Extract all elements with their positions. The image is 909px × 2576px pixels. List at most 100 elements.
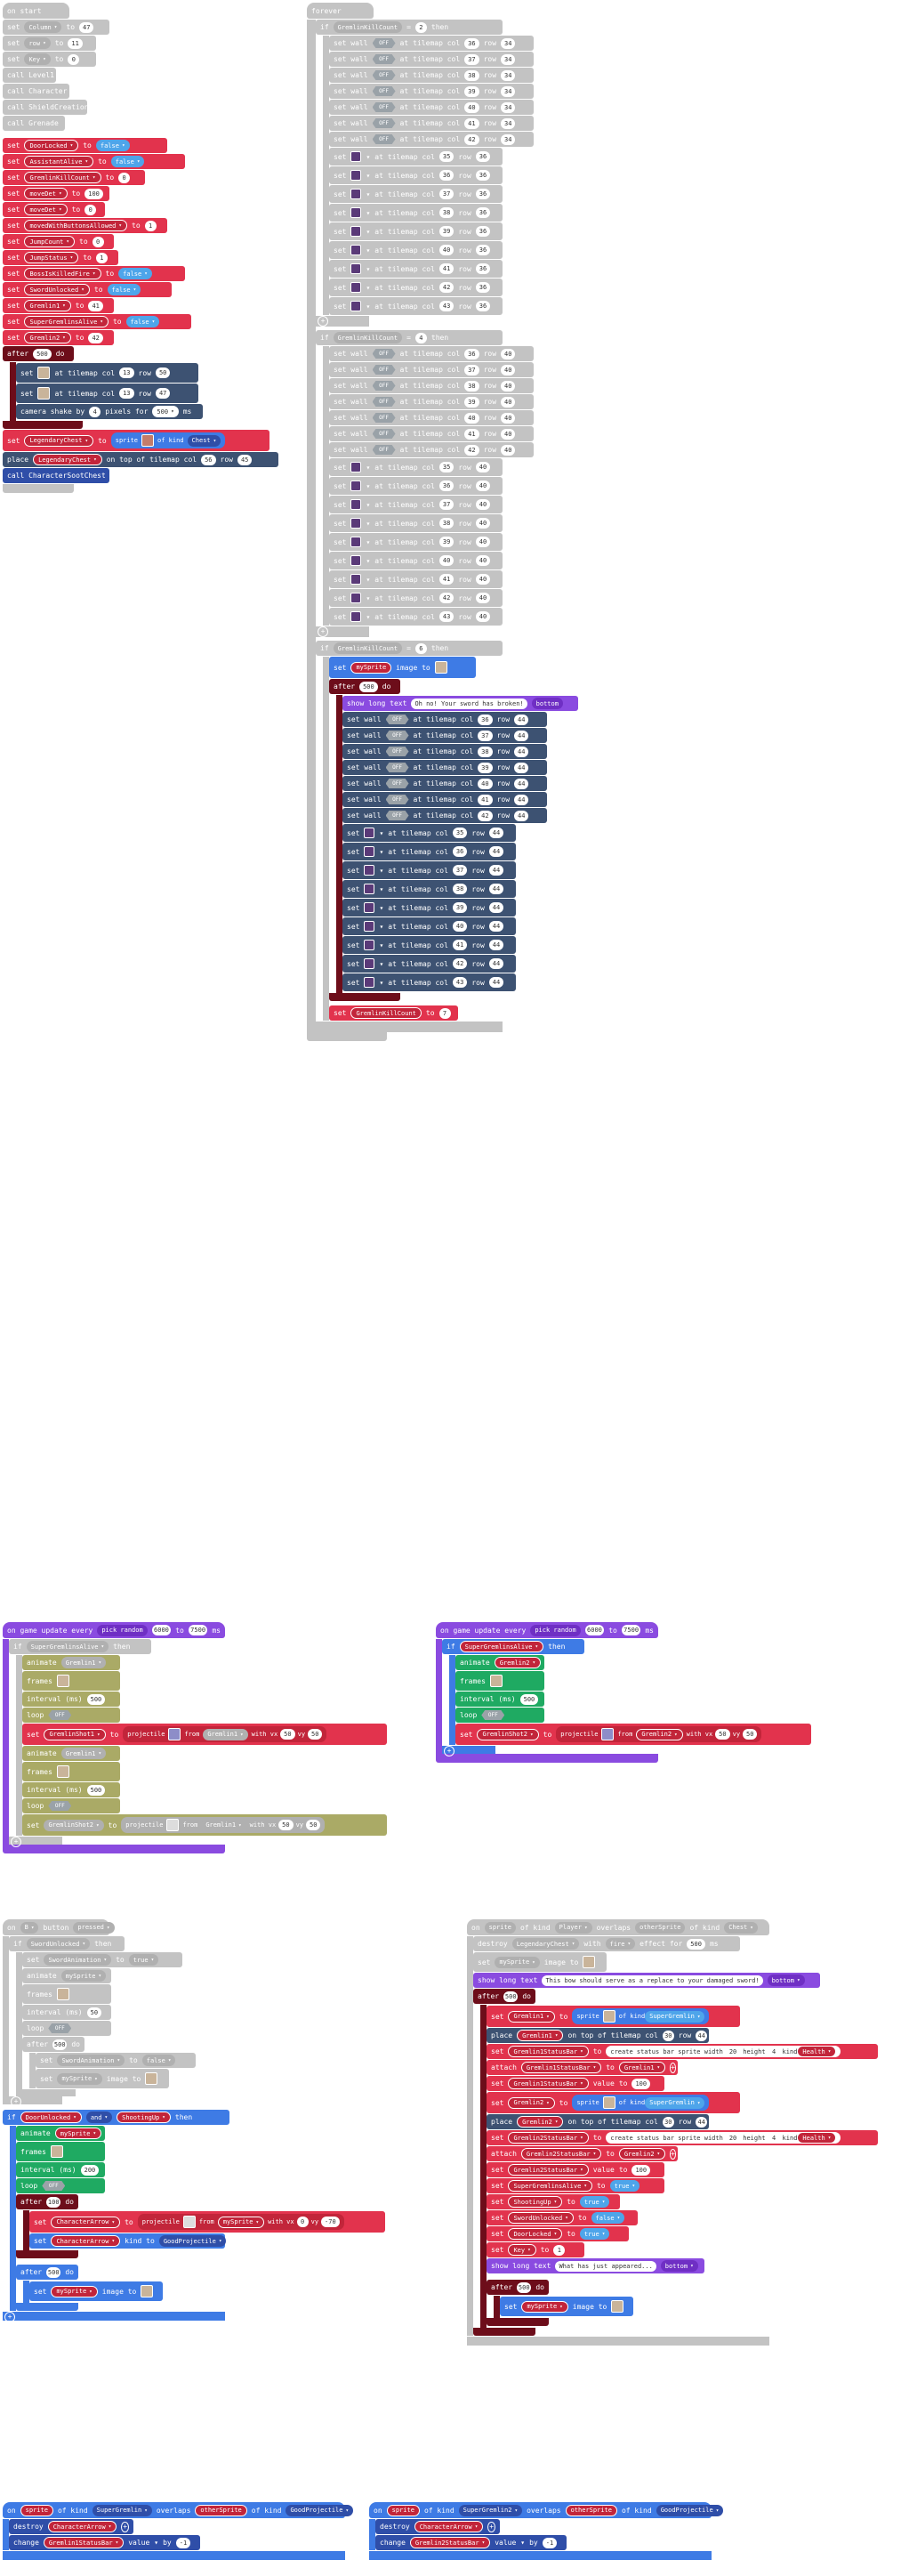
col-input[interactable]: 56 (201, 454, 216, 465)
set-tile-block[interactable]: set ▾ at tilemap col 42 row 44 (342, 955, 516, 973)
set-wall-block[interactable]: set wall OFF at tilemap col 39 row 40 (329, 394, 534, 409)
value-input[interactable]: 40 (501, 364, 516, 375)
set-tile-block[interactable]: set ▾ at tilemap col 38 row 36 (329, 204, 503, 222)
if-group[interactable]: if GremlinKillCount = 2 then set wall OFF at til… (316, 20, 547, 330)
dropdown[interactable]: SuperGremlin ▾ (645, 2096, 705, 2109)
after-header[interactable]: after 500 do (329, 679, 400, 694)
value-input[interactable]: 42 (438, 282, 454, 293)
value-input[interactable]: 44 (514, 810, 529, 821)
value-input[interactable]: 4 (768, 2046, 780, 2057)
value-input[interactable]: 34 (501, 85, 516, 97)
dropdown[interactable]: Gremlin1StatusBar ▾ (520, 2062, 602, 2073)
wall-toggle[interactable]: OFF (372, 429, 396, 439)
value-input[interactable]: 43 (438, 301, 454, 311)
tile-image[interactable] (350, 170, 362, 181)
loop-toggle[interactable]: OFF (481, 1710, 505, 1720)
ms-dropdown[interactable]: 500 ▾ (152, 406, 179, 417)
dropdown[interactable]: Gremlin1 ▾ (508, 2010, 555, 2023)
set-image-block[interactable]: set mySprite ▾ image to (500, 2297, 633, 2316)
set-key-block[interactable]: set Key ▾ to 0 (3, 52, 96, 67)
wall-toggle[interactable]: OFF (372, 54, 396, 64)
set-status-value-block[interactable]: set Gremlin1StatusBar ▾ value to 100 (487, 2076, 664, 2091)
value-input[interactable]: 44 (514, 794, 529, 805)
overlap-gremlin1-stack[interactable]: on sprite of kind SuperGremlin ▾ overlaps othe… (3, 2502, 358, 2560)
value-input[interactable]: 39 (464, 396, 479, 408)
tile-image[interactable] (364, 846, 375, 857)
place-chest-block[interactable]: place LegendaryChest ▾ on top of tilemap col… (3, 452, 278, 467)
value-input[interactable]: 20 (725, 2132, 741, 2144)
position-dropdown[interactable]: bottom (531, 698, 563, 709)
value-input[interactable]: 34 (501, 69, 516, 81)
var-dropdown[interactable]: row ▾ (24, 37, 51, 49)
value-input[interactable]: 0 (84, 204, 97, 215)
value-input[interactable]: 40 (501, 348, 516, 359)
set-wall-block[interactable]: set wall OFF at tilemap col 41 row 44 (342, 792, 547, 807)
tile-image[interactable] (350, 518, 362, 529)
call-character-block[interactable]: call Character (3, 84, 69, 99)
value-input[interactable]: 41 (452, 940, 468, 950)
set-wall-block[interactable]: set wall OFF at tilemap col 41 row 34 (329, 116, 534, 131)
set-tile-block[interactable]: set ▾ at tilemap col 41 row 40 (329, 570, 503, 588)
value-input[interactable]: 34 (501, 53, 516, 65)
set-gremlin-block[interactable]: set Gremlin1 ▾ to sprite of kind SuperGremlin ▾ (487, 2006, 740, 2027)
value-input[interactable]: 37 (452, 865, 468, 876)
value-input[interactable]: 42 (478, 810, 493, 821)
condition-dropdown[interactable]: GremlinKillCount (333, 21, 403, 33)
value-input[interactable]: 40 (438, 555, 454, 566)
if-block[interactable]: if SuperGremlinsAlive ▾ then (9, 1639, 151, 1654)
value-input[interactable]: 38 (464, 380, 479, 392)
value-input[interactable]: Oh no! Your sword has broken! (411, 698, 527, 709)
set-var-block[interactable]: set Gremlin2 ▾ to 42 (3, 330, 114, 345)
value-input[interactable]: 38 (478, 746, 493, 757)
tile-image[interactable] (364, 921, 375, 932)
value-input[interactable]: 44 (488, 940, 504, 950)
loop-toggle[interactable]: OFF (48, 1801, 72, 1811)
set-wall-block[interactable]: set wall OFF at tilemap col 39 row 34 (329, 84, 534, 99)
set-tile-block[interactable]: set ▾ at tilemap col 35 row 40 (329, 458, 503, 476)
tile-image[interactable] (350, 226, 362, 237)
call-shield-block[interactable]: call ShieldCreation (3, 100, 89, 115)
value-input[interactable]: 38 (464, 69, 479, 81)
set-tile-block[interactable]: set ▾ at tilemap col 39 row 40 (329, 533, 503, 551)
set-wall-block[interactable]: set wall OFF at tilemap col 40 row 40 (329, 410, 534, 425)
tile-image[interactable] (350, 555, 362, 566)
set-wall-block[interactable]: set wall OFF at tilemap col 38 row 40 (329, 378, 534, 393)
if-group-3[interactable]: if GremlinKillCount = 6 then set mySprite image… (316, 641, 578, 1032)
interval-input[interactable]: 500 (519, 1693, 539, 1705)
game-update-1-stack[interactable]: on game update every pick random 6000 to 750… (3, 1622, 394, 1853)
wall-toggle[interactable]: OFF (372, 102, 396, 112)
value-input[interactable]: 40 (501, 396, 516, 408)
tile-image[interactable] (350, 189, 362, 199)
value-input[interactable]: 44 (696, 2116, 708, 2128)
wall-toggle[interactable]: OFF (385, 731, 409, 740)
loop-toggle[interactable]: OFF (48, 1710, 72, 1720)
frames-image[interactable] (50, 2145, 63, 2158)
value-input[interactable]: 39 (478, 762, 493, 773)
max-input[interactable]: 7500 (188, 1625, 208, 1635)
value-input[interactable]: 39 (452, 902, 468, 913)
value-input[interactable]: 37 (464, 364, 479, 375)
set-var-block[interactable]: set JumpCount ▾ to 0 (3, 234, 114, 249)
overlap-gremlin2-stack[interactable]: on sprite of kind SuperGremlin2 ▾ overlaps oth… (369, 2502, 725, 2560)
place-gremlin-block[interactable]: place Gremlin1 ▾ on top of tilemap col 30 row 4… (487, 2028, 709, 2043)
projectile-image[interactable] (601, 1728, 615, 1740)
value-input[interactable]: 0 (92, 236, 104, 247)
value-input[interactable]: 41 (88, 300, 103, 311)
tile-image[interactable] (364, 828, 375, 838)
value-input[interactable]: 36 (475, 151, 491, 162)
add-icon[interactable]: + (670, 2062, 676, 2073)
value-input[interactable]: 44 (488, 884, 504, 894)
set-tile-block[interactable]: set ▾ at tilemap col 40 row 44 (342, 917, 516, 935)
interval-input[interactable]: 50 (86, 2007, 102, 2018)
wall-toggle[interactable]: OFF (385, 763, 409, 772)
dropdown[interactable]: Gremlin2StatusBar ▾ (508, 2132, 589, 2144)
tile-image[interactable] (350, 499, 362, 510)
dropdown[interactable]: Key ▾ (508, 2244, 536, 2256)
chest-sprite-image[interactable] (141, 434, 155, 447)
set-wall-block[interactable]: set wall OFF at tilemap col 36 row 44 (342, 712, 547, 727)
value-input[interactable]: 40 (501, 428, 516, 440)
value-input[interactable]: 34 (501, 37, 516, 49)
set-wall-block[interactable]: set wall OFF at tilemap col 40 row 44 (342, 776, 547, 791)
set-tile-block[interactable]: set ▾ at tilemap col 36 row 36 (329, 166, 503, 184)
value-input[interactable]: 40 (464, 101, 479, 113)
